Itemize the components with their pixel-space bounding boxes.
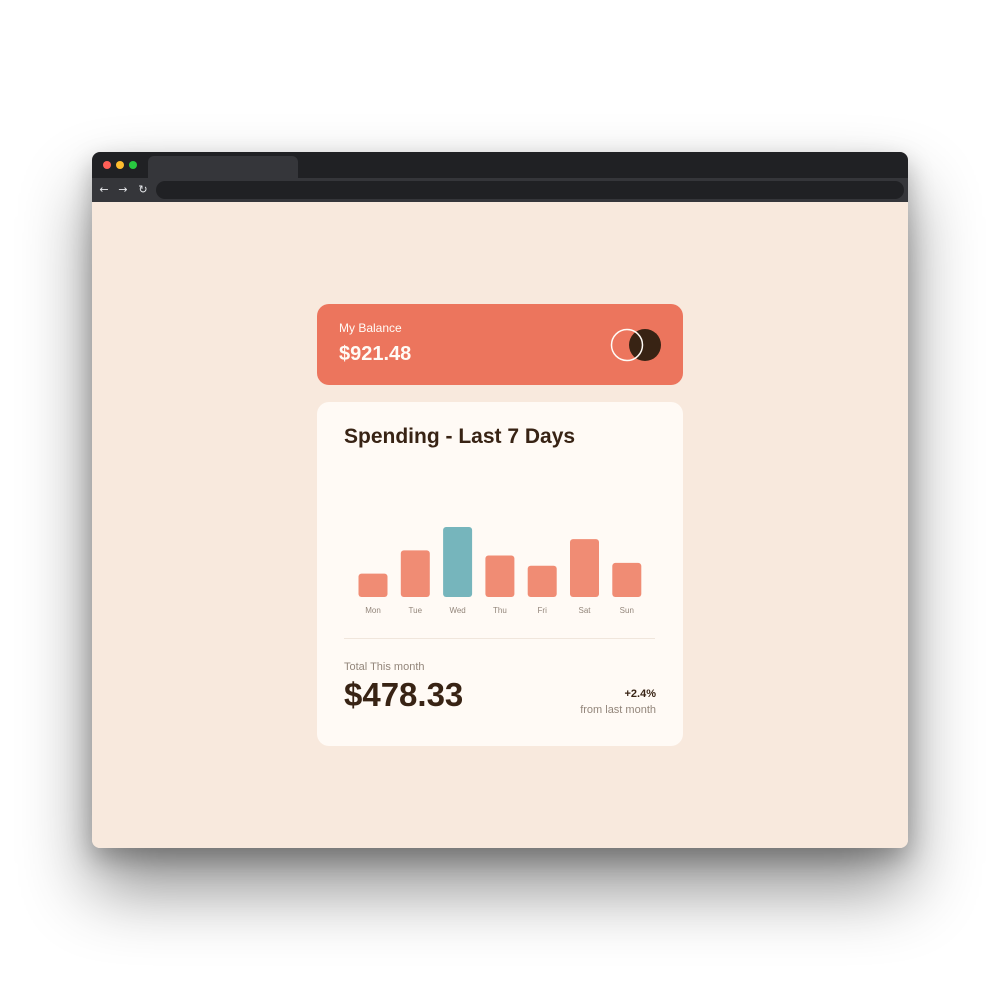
bar-tue[interactable] — [400, 550, 430, 597]
bar-label-sun: Sun — [620, 606, 634, 615]
bar-mon[interactable] — [358, 573, 388, 597]
browser-titlebar — [92, 152, 908, 178]
spending-bar-chart: Mon Tue Wed Thu Fri Sat Sun — [358, 527, 642, 615]
bar-sat[interactable] — [570, 539, 599, 597]
change-caption: from last month — [580, 704, 656, 716]
minimize-window-button[interactable] — [116, 161, 124, 169]
bar-label-sat: Sat — [578, 606, 591, 615]
browser-window: ← → ↻ My Balance $921.48 Spending - Last… — [92, 152, 908, 848]
maximize-window-button[interactable] — [129, 161, 137, 169]
total-label: Total This month — [344, 661, 425, 673]
total-amount: $478.33 — [344, 676, 464, 713]
bar-label-fri: Fri — [538, 606, 548, 615]
bar-fri[interactable] — [527, 565, 557, 597]
back-arrow-icon[interactable]: ← — [97, 182, 111, 198]
divider — [344, 638, 655, 639]
bar-thu[interactable] — [485, 555, 515, 597]
bar-label-mon: Mon — [365, 606, 381, 615]
bar-label-wed: Wed — [449, 606, 465, 615]
bar-label-tue: Tue — [409, 606, 423, 615]
bar-label-thu: Thu — [493, 606, 507, 615]
close-window-button[interactable] — [103, 161, 111, 169]
balance-label: My Balance — [339, 321, 402, 335]
page-viewport: My Balance $921.48 Spending - Last 7 Day… — [92, 202, 908, 848]
bar-sun[interactable] — [612, 562, 642, 597]
change-percent: +2.4% — [624, 688, 657, 700]
balance-amount: $921.48 — [339, 343, 412, 365]
address-bar[interactable] — [156, 181, 904, 199]
spending-card: Spending - Last 7 Days Mon Tue Wed Thu Fri Sa… — [317, 402, 683, 746]
bar-wed[interactable] — [443, 527, 473, 597]
forward-arrow-icon[interactable]: → — [116, 182, 130, 198]
reload-icon[interactable]: ↻ — [136, 182, 150, 198]
browser-toolbar: ← → ↻ — [92, 178, 908, 202]
browser-tab[interactable] — [148, 156, 298, 178]
two-circles-logo-icon — [610, 328, 661, 362]
balance-card: My Balance $921.48 — [317, 304, 683, 385]
